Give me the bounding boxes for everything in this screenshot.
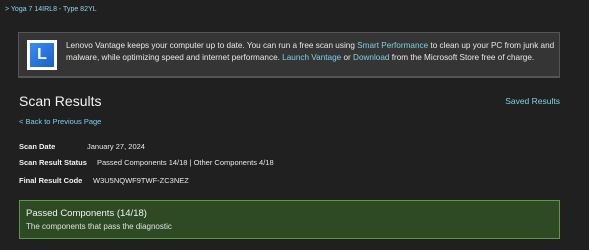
- lenovo-vantage-logo-icon: L: [27, 40, 57, 70]
- page-title: Scan Results: [19, 93, 102, 109]
- launch-vantage-link[interactable]: Launch Vantage: [282, 53, 341, 62]
- download-link[interactable]: Download: [353, 53, 389, 62]
- scan-date-value: January 27, 2024: [87, 142, 145, 151]
- scan-date-label: Scan Date: [19, 142, 56, 151]
- passed-components-subtitle: The components that pass the diagnostic: [26, 222, 172, 231]
- scan-status-row: Scan Result Status Passed Components 14/1…: [19, 158, 274, 167]
- logo-letter: L: [30, 43, 54, 67]
- final-code-value: W3U5NQWF9TWF-ZC3NEZ: [93, 176, 189, 185]
- passed-components-title: Passed Components (14/18): [26, 208, 147, 219]
- device-breadcrumb[interactable]: > Yoga 7 14IRL8 - Type 82YL: [5, 6, 97, 13]
- smart-performance-link[interactable]: Smart Performance: [357, 41, 428, 50]
- banner-text: Lenovo Vantage keeps your computer up to…: [66, 40, 556, 64]
- saved-results-link[interactable]: Saved Results: [505, 96, 560, 106]
- final-code-label: Final Result Code: [19, 176, 83, 185]
- vantage-banner: L Lenovo Vantage keeps your computer up …: [18, 32, 560, 78]
- back-to-previous-link[interactable]: < Back to Previous Page: [19, 117, 101, 126]
- scan-status-label: Scan Result Status: [19, 158, 87, 167]
- banner-text-part-1: Lenovo Vantage keeps your computer up to…: [66, 41, 358, 50]
- scan-status-value: Passed Components 14/18 | Other Componen…: [97, 158, 274, 167]
- scan-date-row: Scan Date January 27, 2024: [19, 142, 145, 151]
- passed-components-panel[interactable]: Passed Components (14/18) The components…: [19, 200, 560, 239]
- final-code-row: Final Result Code W3U5NQWF9TWF-ZC3NEZ: [19, 176, 189, 185]
- page: > Yoga 7 14IRL8 - Type 82YL L Lenovo Van…: [0, 0, 589, 250]
- banner-text-part-3: or: [341, 53, 354, 62]
- banner-text-part-4: from the Microsoft Store free of charge.: [389, 53, 535, 62]
